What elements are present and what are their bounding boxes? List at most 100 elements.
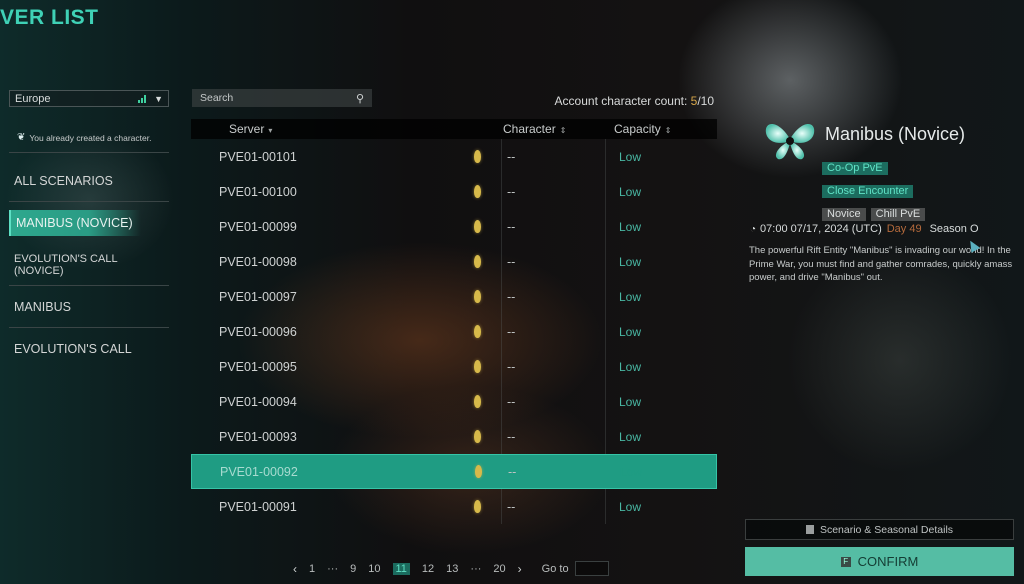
sort-down-icon: ▾	[268, 126, 273, 135]
pagination: ‹ 1 ··· 9 10 11 12 13 ··· 20 › Go to	[287, 561, 609, 576]
server-name: PVE01-00097	[219, 289, 297, 304]
capacity-cell: Low	[619, 394, 642, 409]
flame-icon	[474, 395, 481, 408]
goto-page-input[interactable]	[574, 561, 609, 576]
capacity-cell: Low	[619, 289, 642, 304]
table-row[interactable]: PVE01-00100 -- Low	[191, 174, 717, 209]
table-row[interactable]: PVE01-00101 -- Low	[191, 139, 717, 174]
region-dropdown[interactable]: Europe ▼	[9, 90, 169, 107]
scenario-manibus-novice[interactable]: MANIBUS (NOVICE)	[9, 202, 169, 244]
flame-icon	[474, 500, 481, 513]
scenario-evolutions-call-novice[interactable]: EVOLUTION'S CALL (NOVICE)	[9, 244, 169, 286]
table-row[interactable]: PVE01-00097 -- Low	[191, 279, 717, 314]
character-notice: ❦ You already created a character.	[17, 132, 151, 143]
flame-icon	[474, 290, 481, 303]
server-name: PVE01-00100	[219, 184, 297, 199]
capacity-cell: Low	[619, 149, 642, 164]
tag-chill-pve: Chill PvE	[870, 208, 926, 221]
server-name: PVE01-00099	[219, 219, 297, 234]
character-cell: --	[507, 499, 516, 514]
table-row[interactable]: PVE01-00094 -- Low	[191, 384, 717, 419]
season-time: ◔ 07:00 07/17, 2024 (UTC) Day 49 Season …	[750, 223, 979, 235]
server-cell: PVE01-00101	[191, 150, 501, 164]
flame-icon	[474, 360, 481, 373]
table-row[interactable]: PVE01-00098 -- Low	[191, 244, 717, 279]
header-capacity[interactable]: Capacity ⇕	[612, 122, 717, 136]
divider	[9, 152, 169, 153]
server-cell: PVE01-00091	[191, 500, 501, 514]
capacity-cell: Low	[619, 184, 642, 199]
flame-icon	[474, 150, 481, 163]
search-input[interactable]: Search ⚲	[192, 89, 372, 107]
table-row[interactable]: PVE01-00091 -- Low	[191, 489, 717, 524]
flame-icon	[474, 185, 481, 198]
table-header: Server ▾ Character ⇕ Capacity ⇕	[191, 119, 717, 139]
page-ellipsis: ···	[327, 562, 339, 575]
goto-label: Go to	[541, 562, 569, 575]
character-cell: --	[507, 289, 516, 304]
page-ellipsis: ···	[470, 562, 482, 575]
flame-icon	[474, 255, 481, 268]
next-page-icon[interactable]: ›	[518, 562, 522, 576]
capacity-cell: Low	[619, 219, 642, 234]
character-cell: --	[507, 359, 516, 374]
capacity-cell: Low	[619, 429, 642, 444]
character-cell: --	[507, 254, 516, 269]
page-button[interactable]: 11	[392, 562, 410, 575]
server-table: Server ▾ Character ⇕ Capacity ⇕ PVE01-00101…	[191, 119, 717, 524]
search-placeholder: Search	[200, 92, 234, 104]
table-body: PVE01-00101 -- Low PVE01-00100 -- Low PVE01-00…	[191, 139, 717, 524]
document-icon	[805, 525, 814, 534]
notice-text: You already created a character.	[29, 132, 152, 143]
page-button[interactable]: 10	[368, 563, 380, 575]
table-row[interactable]: PVE01-00096 -- Low	[191, 314, 717, 349]
character-cell: --	[507, 184, 516, 199]
server-name: PVE01-00096	[219, 324, 297, 339]
server-name: PVE01-00094	[219, 394, 297, 409]
server-cell: PVE01-00097	[191, 290, 501, 304]
count-label: Account character count:	[554, 94, 691, 108]
page-button[interactable]: 9	[350, 563, 356, 575]
character-cell: --	[507, 429, 516, 444]
table-row[interactable]: PVE01-00092 -- Low	[191, 454, 717, 489]
prev-page-icon[interactable]: ‹	[293, 562, 297, 576]
table-row[interactable]: PVE01-00095 -- Low	[191, 349, 717, 384]
page-button[interactable]: 13	[446, 563, 458, 575]
tag-close-encounter: Close Encounter	[822, 185, 914, 198]
details-label: Scenario & Seasonal Details	[819, 523, 954, 536]
scenario-evolutions-call[interactable]: EVOLUTION'S CALL	[9, 328, 169, 370]
search-icon[interactable]: ⚲	[356, 92, 364, 105]
server-cell: PVE01-00095	[191, 360, 501, 374]
flame-icon	[474, 325, 481, 338]
key-hint-icon: F	[840, 556, 851, 567]
page-button[interactable]: 12	[422, 563, 434, 575]
table-row[interactable]: PVE01-00093 -- Low	[191, 419, 717, 454]
account-character-count: Account character count: 5/10	[555, 94, 714, 108]
flame-icon	[474, 220, 481, 233]
server-cell: PVE01-00098	[191, 255, 501, 269]
server-cell: PVE01-00100	[191, 185, 501, 199]
server-cell: PVE01-00092	[192, 465, 502, 479]
page-button[interactable]: 20	[493, 563, 505, 575]
header-character[interactable]: Character ⇕	[501, 122, 612, 136]
server-cell: PVE01-00096	[191, 325, 501, 339]
table-row[interactable]: PVE01-00099 -- Low	[191, 209, 717, 244]
signal-bars-icon	[138, 94, 147, 103]
server-name: PVE01-00093	[219, 429, 297, 444]
server-name: PVE01-00091	[219, 499, 297, 514]
header-label: Capacity	[614, 122, 661, 136]
confirm-label: CONFIRM	[857, 554, 919, 569]
capacity-cell: Low	[619, 254, 642, 269]
server-cell: PVE01-00093	[191, 430, 501, 444]
header-server[interactable]: Server ▾	[191, 122, 501, 136]
day-count: Day 49	[886, 223, 922, 235]
scenario-all[interactable]: ALL SCENARIOS	[9, 160, 169, 202]
page-button[interactable]: 1	[309, 563, 315, 575]
scenario-manibus[interactable]: MANIBUS	[9, 286, 169, 328]
scenario-details-button[interactable]: Scenario & Seasonal Details	[745, 519, 1014, 540]
scenario-title: Manibus (Novice)	[825, 124, 966, 144]
tag-co-op-pve: Co-Op PvE	[822, 162, 888, 175]
character-cell: --	[507, 219, 516, 234]
confirm-button[interactable]: F CONFIRM	[745, 547, 1014, 576]
capacity-cell: Low	[619, 324, 642, 339]
